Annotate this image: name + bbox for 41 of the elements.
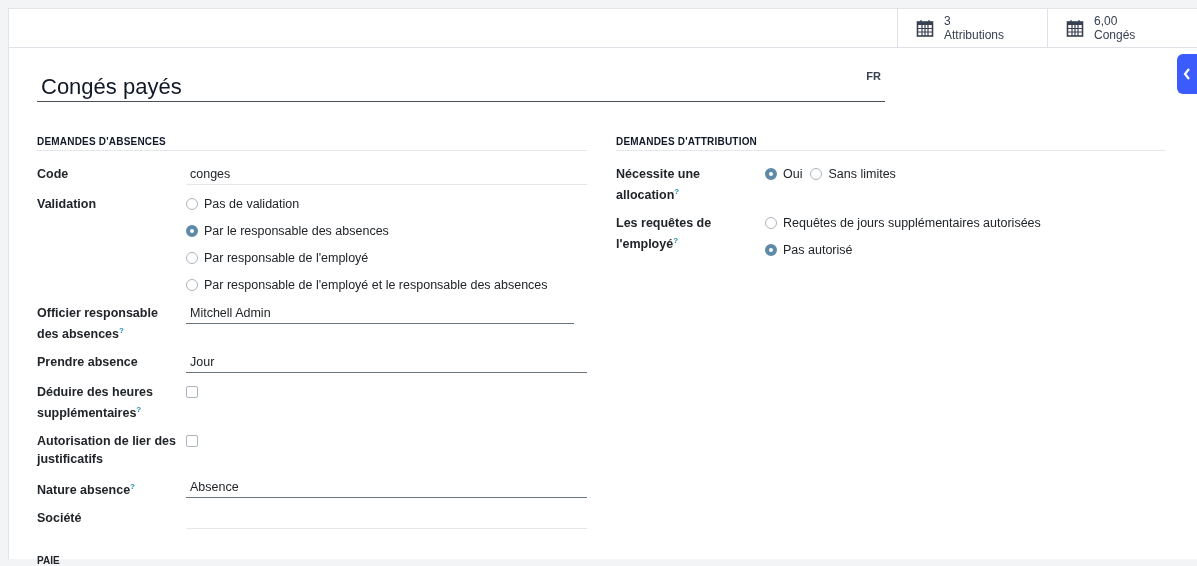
radio-button[interactable] <box>765 217 777 230</box>
input-field[interactable]: Mitchell Admin <box>186 304 574 324</box>
radio-button[interactable] <box>186 225 198 237</box>
field-label: Officier responsable des absences$^{?}$ <box>37 305 159 344</box>
side-panel-tab[interactable] <box>1177 54 1197 94</box>
field-label: Validation <box>37 196 98 213</box>
radio-label: Pas de validation <box>204 196 300 213</box>
section-title: DEMANDES D'ATTRIBUTION <box>616 136 1166 151</box>
input-field[interactable]: Absence <box>186 478 587 499</box>
field-label: Nécessite une allocation$^{?}$ <box>616 166 702 205</box>
field-label: Code <box>37 166 70 183</box>
radio-label: Par responsable de l'employé et le responsable des absences <box>204 277 548 294</box>
field-label: Autorisation de lier des justificatifs <box>37 433 177 469</box>
field-label: Nature absence$^{?}$ <box>37 481 136 500</box>
radio-label: Par responsable de l'employé <box>204 250 369 267</box>
checkbox[interactable] <box>186 386 198 399</box>
field-label: Les requêtes de l'employé$^{?}$ <box>616 215 713 254</box>
radio-button[interactable] <box>186 279 198 291</box>
radio-label: Par le responsable des absences <box>204 223 389 240</box>
radio-label: Oui <box>783 166 803 183</box>
field-label: Prendre absence <box>37 354 139 372</box>
radio-button[interactable] <box>186 198 198 210</box>
radio-button[interactable] <box>186 252 198 264</box>
field-label: Société <box>37 510 83 528</box>
input-field[interactable]: conges <box>186 165 587 185</box>
checkbox[interactable] <box>186 435 198 448</box>
language-button[interactable]: FR <box>866 70 881 82</box>
radio-button[interactable] <box>765 168 777 180</box>
radio-button[interactable] <box>810 168 823 180</box>
chevron-left-icon <box>1183 68 1191 80</box>
field-label: Déduire des heures supplémentaires$^{?}$ <box>37 384 154 423</box>
record-title[interactable]: Congés payés <box>37 70 867 100</box>
section-title: DEMANDES D'ABSENCES <box>37 136 587 151</box>
section-title: PAIE <box>37 555 61 566</box>
calendar-icon <box>916 19 934 37</box>
calendar-icon <box>1066 19 1084 37</box>
input-field[interactable]: Jour <box>186 353 587 374</box>
radio-button[interactable] <box>765 244 777 257</box>
radio-label: Requêtes de jours supplémentaires autorisées <box>783 215 1041 233</box>
radio-label: Pas autorisé <box>783 242 853 260</box>
radio-label: Sans limites <box>828 166 896 183</box>
